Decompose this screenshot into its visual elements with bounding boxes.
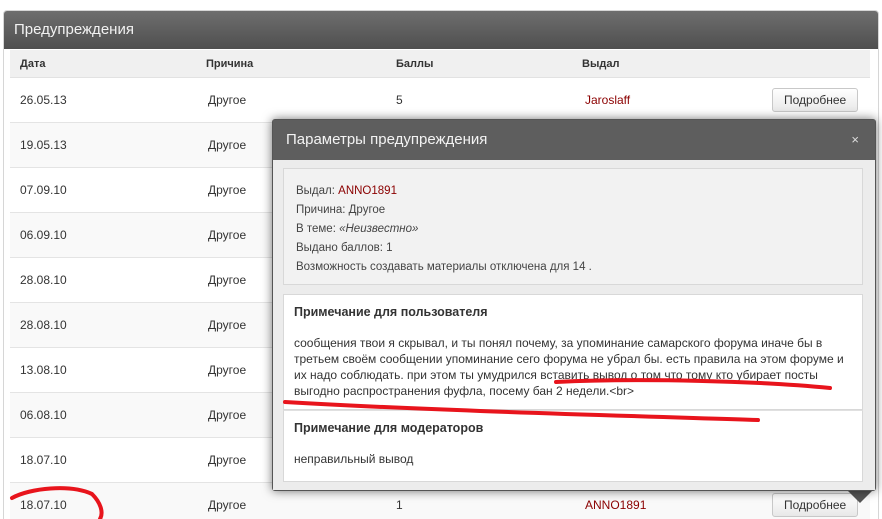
modal-body: Выдал: ANNO1891 Причина: Другое В теме: … — [273, 160, 875, 490]
warning-details-modal: Параметры предупреждения × Выдал: ANNO18… — [272, 119, 876, 491]
cell-issuer-link[interactable]: ANNO1891 — [585, 498, 646, 512]
user-note-text: сообщения твои я скрывал, и ты понял поч… — [294, 336, 844, 398]
user-note-title: Примечание для пользователя — [294, 305, 488, 319]
header-points: Баллы — [396, 58, 434, 70]
info-issuer: Выдал: ANNO1891 — [296, 185, 397, 197]
cell-date: 18.07.10 — [20, 453, 67, 467]
cell-reason: Другое — [208, 318, 247, 332]
modal-title: Параметры предупреждения — [286, 131, 488, 148]
info-reason: Причина: Другое — [296, 204, 386, 216]
cell-date: 19.05.13 — [20, 138, 67, 152]
header-issuer: Выдал — [582, 58, 620, 70]
cell-issuer-link[interactable]: Jaroslaff — [585, 93, 630, 107]
moderator-note-text: неправильный вывод — [294, 452, 414, 466]
cell-date: 13.08.10 — [20, 363, 67, 377]
moderator-note: Примечание для модераторов неправильный … — [283, 410, 863, 482]
cell-reason: Другое — [208, 228, 247, 242]
details-button[interactable]: Подробнее — [772, 493, 859, 517]
issuer-link[interactable]: ANNO1891 — [338, 185, 397, 197]
header-date: Дата — [20, 58, 46, 70]
cell-reason: Другое — [208, 498, 247, 512]
cell-date: 06.09.10 — [20, 228, 67, 242]
cell-reason: Другое — [208, 453, 247, 467]
popover-arrow — [848, 491, 872, 503]
info-topic: В теме: «Неизвестно» — [296, 223, 419, 235]
cell-date: 28.08.10 — [20, 273, 67, 287]
cell-reason: Другое — [208, 408, 247, 422]
cell-reason: Другое — [208, 183, 247, 197]
cell-reason: Другое — [208, 138, 247, 152]
cell-date: 26.05.13 — [20, 93, 67, 107]
cell-date: 06.08.10 — [20, 408, 67, 422]
cell-reason: Другое — [208, 363, 247, 377]
cell-date: 07.09.10 — [20, 183, 67, 197]
table-row: 26.05.13 Другое 5 Jaroslaff Подробнее — [10, 78, 870, 123]
moderator-note-title: Примечание для модераторов — [294, 421, 484, 435]
table-header: Дата Причина Баллы Выдал — [10, 50, 870, 78]
cell-reason: Другое — [208, 93, 247, 107]
details-button[interactable]: Подробнее — [772, 88, 859, 112]
info-points: Выдано баллов: 1 — [296, 242, 393, 254]
cell-date: 28.08.10 — [20, 318, 67, 332]
warning-info: Выдал: ANNO1891 Причина: Другое В теме: … — [283, 168, 863, 285]
close-icon[interactable]: × — [851, 120, 859, 160]
info-restriction: Возможность создавать материалы отключен… — [296, 261, 592, 273]
modal-header: Параметры предупреждения × — [273, 120, 875, 160]
cell-reason: Другое — [208, 273, 247, 287]
topic-link[interactable]: «Неизвестно» — [339, 223, 418, 235]
header-reason: Причина — [206, 58, 254, 70]
user-note: Примечание для пользователя сообщения тв… — [283, 294, 863, 410]
cell-date: 18.07.10 — [20, 498, 67, 512]
cell-points: 1 — [396, 498, 403, 512]
panel-title: Предупреждения — [4, 11, 878, 49]
cell-points: 5 — [396, 93, 403, 107]
